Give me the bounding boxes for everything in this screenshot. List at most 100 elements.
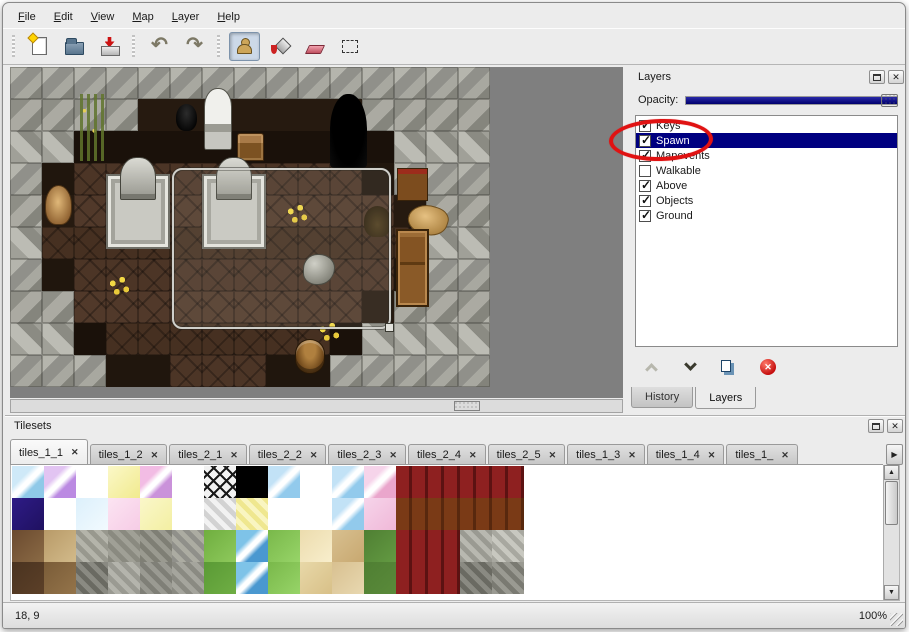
map-tile[interactable] xyxy=(10,259,42,291)
palette-tile[interactable] xyxy=(268,498,300,530)
palette-tile[interactable] xyxy=(332,530,364,562)
map-tile[interactable] xyxy=(42,99,74,131)
palette-tile[interactable] xyxy=(236,498,268,530)
map-tile[interactable] xyxy=(458,131,490,163)
palette-tile[interactable] xyxy=(332,466,364,498)
map-tile[interactable] xyxy=(10,323,42,355)
palette-tile[interactable] xyxy=(204,562,236,594)
palette-tile[interactable] xyxy=(460,466,492,498)
map-tile[interactable] xyxy=(170,355,202,387)
palette-tile[interactable] xyxy=(492,498,524,530)
palette-tile[interactable] xyxy=(396,530,428,562)
move-layer-down-button[interactable] xyxy=(678,355,702,379)
layer-row-ground[interactable]: Ground xyxy=(636,208,897,223)
palette-tile[interactable] xyxy=(396,466,428,498)
map-tile[interactable] xyxy=(266,355,298,387)
layer-row-walkable[interactable]: Walkable xyxy=(636,163,897,178)
stamp-tool-button[interactable] xyxy=(229,32,260,61)
map-tile[interactable] xyxy=(74,163,106,195)
map-tile[interactable] xyxy=(10,195,42,227)
palette-tile[interactable] xyxy=(268,562,300,594)
map-tile[interactable] xyxy=(362,131,394,163)
map-tile[interactable] xyxy=(10,355,42,387)
palette-tile[interactable] xyxy=(396,562,428,594)
map-tile[interactable] xyxy=(42,291,74,323)
palette-tile[interactable] xyxy=(12,562,44,594)
map-tile[interactable] xyxy=(10,227,42,259)
map-tile[interactable] xyxy=(234,67,266,99)
map-tile[interactable] xyxy=(10,131,42,163)
close-tab-icon[interactable]: ✕ xyxy=(310,450,318,461)
tileset-tab-tiles_1_4[interactable]: tiles_1_4✕ xyxy=(647,444,725,465)
palette-tile[interactable] xyxy=(428,498,460,530)
tileset-tab-tiles_1_3[interactable]: tiles_1_3✕ xyxy=(567,444,645,465)
palette-tile[interactable] xyxy=(172,530,204,562)
map-tile[interactable] xyxy=(74,291,106,323)
tileset-tab-tiles_1_1[interactable]: tiles_1_1✕ xyxy=(10,439,88,465)
move-layer-up-button[interactable] xyxy=(639,355,663,379)
palette-tile[interactable] xyxy=(492,530,524,562)
palette-tile[interactable] xyxy=(364,562,396,594)
selection-rectangle[interactable] xyxy=(172,168,391,330)
map-tile[interactable] xyxy=(458,323,490,355)
map-tile[interactable] xyxy=(10,163,42,195)
close-tab-icon[interactable]: ✕ xyxy=(628,450,636,461)
map-canvas[interactable] xyxy=(10,67,623,398)
map-tile[interactable] xyxy=(202,355,234,387)
map-tile[interactable] xyxy=(362,67,394,99)
duplicate-layer-button[interactable] xyxy=(717,355,741,379)
layers-panel-close-button[interactable]: ✕ xyxy=(888,70,904,84)
map-tile[interactable] xyxy=(234,355,266,387)
map-tile[interactable] xyxy=(138,67,170,99)
map-tile[interactable] xyxy=(42,131,74,163)
map-tile[interactable] xyxy=(458,355,490,387)
map-tile[interactable] xyxy=(234,99,266,131)
map-horizontal-scrollbar-thumb[interactable] xyxy=(454,401,480,411)
delete-layer-button[interactable]: ✕ xyxy=(756,355,780,379)
palette-tile[interactable] xyxy=(300,530,332,562)
select-tool-button[interactable] xyxy=(334,32,365,61)
palette-tile[interactable] xyxy=(172,498,204,530)
close-tab-icon[interactable]: ✕ xyxy=(708,450,716,461)
palette-tile[interactable] xyxy=(108,562,140,594)
palette-tile[interactable] xyxy=(428,530,460,562)
map-tile[interactable] xyxy=(138,259,170,291)
map-tile[interactable] xyxy=(362,355,394,387)
palette-tile[interactable] xyxy=(44,466,76,498)
palette-tile[interactable] xyxy=(332,498,364,530)
palette-tile[interactable] xyxy=(204,466,236,498)
palette-tile[interactable] xyxy=(108,498,140,530)
tileset-tab-tiles_1_2[interactable]: tiles_1_2✕ xyxy=(90,444,168,465)
map-tile[interactable] xyxy=(298,99,330,131)
palette-tile[interactable] xyxy=(204,498,236,530)
palette-tile[interactable] xyxy=(268,530,300,562)
palette-tile[interactable] xyxy=(492,466,524,498)
tilesets-panel-close-button[interactable]: ✕ xyxy=(887,419,903,433)
layer-visibility-checkbox[interactable] xyxy=(639,210,651,222)
palette-tile[interactable] xyxy=(364,466,396,498)
map-tile[interactable] xyxy=(426,163,458,195)
close-tab-icon[interactable]: ✕ xyxy=(71,447,79,458)
map-tile[interactable] xyxy=(10,99,42,131)
map-tile[interactable] xyxy=(394,355,426,387)
palette-tile[interactable] xyxy=(300,498,332,530)
map-tile[interactable] xyxy=(458,67,490,99)
palette-tile[interactable] xyxy=(364,498,396,530)
close-tab-icon[interactable]: ✕ xyxy=(549,450,557,461)
map-tile[interactable] xyxy=(42,259,74,291)
palette-tile[interactable] xyxy=(364,530,396,562)
window-resize-grip[interactable] xyxy=(890,613,903,626)
layers-panel-float-button[interactable] xyxy=(869,70,885,84)
menu-file[interactable]: File xyxy=(9,8,45,26)
palette-tile[interactable] xyxy=(108,466,140,498)
new-tool-button[interactable] xyxy=(24,32,55,61)
palette-tile[interactable] xyxy=(236,562,268,594)
palette-vertical-scrollbar[interactable]: ▲ ▼ xyxy=(883,465,899,600)
eraser-tool-button[interactable] xyxy=(299,32,330,61)
map-tile[interactable] xyxy=(330,355,362,387)
map-tile[interactable] xyxy=(106,323,138,355)
palette-tile[interactable] xyxy=(76,562,108,594)
palette-tile[interactable] xyxy=(140,530,172,562)
opacity-slider-handle[interactable] xyxy=(881,94,898,107)
map-tile[interactable] xyxy=(298,131,330,163)
